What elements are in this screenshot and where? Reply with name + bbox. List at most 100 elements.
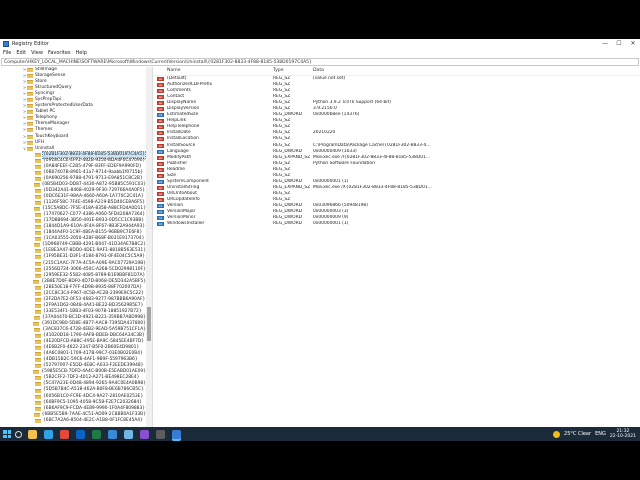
string-value-icon: ab <box>157 101 164 106</box>
string-value-icon: ab <box>157 161 164 166</box>
folder-icon <box>27 110 33 115</box>
key-tree: > StillImage > StorageSense > Store > Structure… <box>0 67 146 427</box>
folder-icon <box>27 68 33 73</box>
menu-file[interactable]: File <box>3 50 11 56</box>
values-pane: Name Type Data ab (Default) REG_SZ (value n… <box>153 67 640 427</box>
folder-icon <box>35 188 41 193</box>
folder-icon <box>35 195 41 199</box>
folder-icon <box>34 249 41 254</box>
start-button[interactable] <box>3 430 11 438</box>
folder-icon <box>35 213 41 218</box>
folder-icon <box>35 170 41 175</box>
weather-text[interactable]: 25°C Clear <box>564 431 591 437</box>
folder-icon <box>34 382 41 387</box>
folder-icon <box>35 334 41 339</box>
menu-view[interactable]: View <box>31 50 43 56</box>
tree-item-label: {6BC7A2A6-8504-4E2C-A1B8-0F1FC8E45A4} <box>43 417 143 423</box>
values-header: Name Type Data <box>153 67 640 76</box>
values-list: ab (Default) REG_SZ (value not set) ab Author… <box>153 76 640 227</box>
address-bar[interactable]: Computer\HKEY_LOCAL_MACHINE\SOFTWARE\Mic… <box>1 58 639 66</box>
folder-icon <box>35 364 41 369</box>
menu-bar: File Edit View Favorites Help <box>0 49 640 57</box>
language-indicator[interactable]: ENG <box>595 431 606 437</box>
search-icon[interactable] <box>15 430 22 438</box>
string-value-icon: ab <box>157 197 164 202</box>
taskbar-apps <box>28 429 188 439</box>
string-value-icon: ab <box>157 119 164 124</box>
column-header-type[interactable]: Type <box>273 67 313 75</box>
string-value-icon: ab <box>157 95 164 100</box>
string-value-icon: ab <box>157 185 164 190</box>
clock-date: 22-10-2021 <box>609 434 636 439</box>
folder-icon <box>35 237 41 242</box>
string-value-icon: ab <box>157 173 164 178</box>
weather-icon[interactable] <box>553 430 561 438</box>
folder-icon <box>33 279 40 284</box>
maximize-button[interactable]: ☐ <box>612 39 626 49</box>
folder-icon <box>27 122 33 127</box>
visual-studio-icon[interactable] <box>140 429 149 439</box>
folder-icon <box>35 201 41 206</box>
folder-icon <box>27 134 33 139</box>
folder-icon <box>27 104 33 109</box>
menu-help[interactable]: Help <box>76 50 87 56</box>
folder-icon <box>33 182 40 187</box>
folder-icon <box>35 267 41 272</box>
camera-icon[interactable] <box>156 429 165 439</box>
value-row[interactable]: 01 WindowsInstaller REG_DWORD 0x00000001 (1… <box>153 221 640 227</box>
folder-icon <box>27 98 33 103</box>
folder-icon <box>35 340 41 345</box>
folder-icon <box>35 394 41 399</box>
clock[interactable]: 21:32 22-10-2021 <box>610 429 636 440</box>
folder-icon <box>35 352 41 357</box>
system-tray: 25°C Clear ENG 21:32 22-10-2021 <box>553 429 640 440</box>
chrome-icon[interactable] <box>60 429 69 439</box>
folder-icon <box>27 116 33 121</box>
string-value-icon: ab <box>157 125 164 130</box>
folder-icon <box>34 261 41 266</box>
minimize-button[interactable]: — <box>598 39 612 49</box>
file-explorer-icon[interactable] <box>28 429 37 439</box>
column-header-data[interactable]: Data <box>313 67 640 75</box>
editor-panes: > StillImage > StorageSense > Store > Structure… <box>0 67 640 427</box>
folder-icon <box>33 321 40 326</box>
folder-icon <box>27 86 33 91</box>
folder-icon <box>27 92 33 97</box>
binary-value-icon: 01 <box>157 179 164 184</box>
close-button[interactable]: ✕ <box>626 39 640 49</box>
folder-icon <box>35 164 41 169</box>
folder-icon <box>35 346 41 351</box>
notepad-icon[interactable] <box>124 429 133 439</box>
value-name: WindowsInstaller <box>167 221 205 227</box>
string-value-icon: ab <box>157 191 164 196</box>
edge-icon[interactable] <box>44 429 53 439</box>
folder-icon <box>35 225 41 230</box>
folder-icon <box>35 285 41 290</box>
taskbar: 25°C Clear ENG 21:32 22-10-2021 <box>0 427 640 441</box>
binary-value-icon: 01 <box>157 113 164 118</box>
registry-editor-icon <box>3 41 9 47</box>
folder-icon <box>35 291 41 296</box>
folder-icon <box>35 176 41 181</box>
mail-icon[interactable] <box>76 429 85 439</box>
excel-icon[interactable] <box>92 429 101 439</box>
tree-scrollbar-thumb[interactable] <box>147 307 151 341</box>
tree-item[interactable]: {6BC7A2A6-8504-4E2C-A1B8-0F1FC8E45A4} <box>0 418 146 424</box>
registry-editor-icon[interactable] <box>172 429 181 439</box>
tree-scrollbar[interactable] <box>146 67 152 427</box>
string-value-icon: ab <box>157 137 164 142</box>
store-icon[interactable] <box>108 429 117 439</box>
string-value-icon: ab <box>157 77 164 81</box>
string-value-icon: ab <box>157 107 164 112</box>
string-value-icon: ab <box>157 131 164 136</box>
registry-editor-window: Registry Editor — ☐ ✕ File Edit View Fav… <box>0 39 640 427</box>
folder-icon <box>35 376 41 381</box>
menu-favorites[interactable]: Favorites <box>48 50 71 56</box>
column-header-name[interactable]: Name <box>153 67 273 75</box>
folder-icon <box>34 315 41 320</box>
folder-icon <box>35 406 41 411</box>
folder-icon <box>35 388 41 393</box>
menu-edit[interactable]: Edit <box>16 50 26 56</box>
folder-icon <box>27 146 33 151</box>
binary-value-icon: 01 <box>157 216 164 221</box>
